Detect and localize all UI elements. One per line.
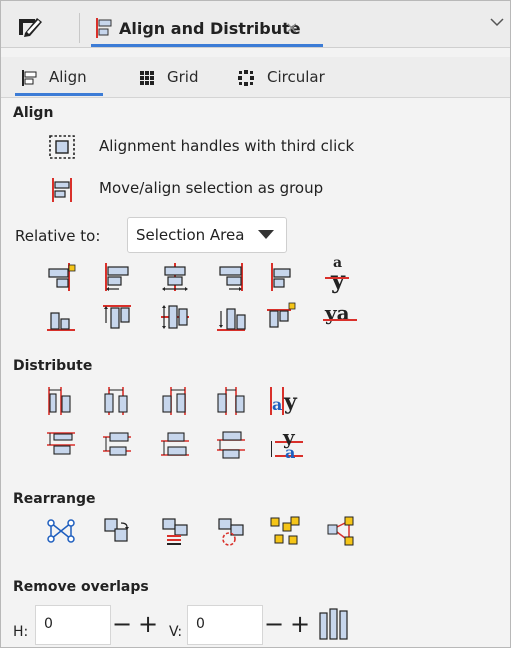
align-bottom-to-top-anchor-button[interactable] (45, 301, 77, 333)
align-baseline-vertical-button[interactable]: ya (319, 299, 361, 333)
baseline-glyph-ya: ya (325, 301, 350, 325)
vertical-gap-decrement-button[interactable]: − (263, 609, 285, 639)
grid-icon (140, 71, 154, 85)
vertical-gap-label: V: (169, 624, 183, 640)
distribute-baselines-horizontal-button[interactable]: a y (267, 383, 307, 419)
tab-separator (79, 13, 80, 43)
rearrange-section-title: Rearrange (13, 491, 96, 507)
close-icon[interactable]: × (285, 18, 298, 37)
dropdown-arrow-icon (258, 230, 274, 239)
align-icon (22, 70, 37, 86)
graph-layout-button[interactable] (45, 515, 77, 547)
remove-overlaps-section-title: Remove overlaps (13, 579, 149, 595)
distribute-glyph-y: y (284, 389, 297, 415)
distribute-baselines-vertical-button[interactable]: y a (267, 425, 307, 463)
subtab-align[interactable]: Align (21, 65, 105, 93)
distribute-gaps-vertical-button[interactable] (215, 429, 247, 461)
exchange-positions-stacking-order-button[interactable] (159, 515, 191, 547)
distribute-centers-horizontal-button[interactable] (101, 385, 133, 417)
align-right-edges-button[interactable] (215, 261, 247, 293)
distribute-gaps-horizontal-button[interactable] (215, 385, 247, 417)
alignment-handles-label: Alignment handles with third click (99, 137, 355, 155)
remove-overlaps-icon (319, 608, 348, 640)
distribute-left-edges-button[interactable] (45, 385, 77, 417)
graph-nodes-icon (47, 519, 75, 543)
tab-title: Align and Distribute (119, 19, 301, 38)
distribute-glyph-a: a (272, 395, 283, 414)
align-left-to-right-anchor-button[interactable] (265, 261, 297, 293)
vertical-gap-value: 0 (196, 616, 205, 632)
distribute-bottom-edges-button[interactable] (159, 429, 191, 461)
chevron-down-icon[interactable] (489, 15, 509, 35)
subtab-align-label: Align (49, 68, 87, 86)
subtab-circular-label: Circular (267, 68, 325, 86)
distribute-right-edges-button[interactable] (159, 385, 191, 417)
horizontal-gap-decrement-button[interactable]: − (111, 609, 133, 639)
relative-to-value: Selection Area (136, 226, 245, 244)
exchange-positions-selection-order-button[interactable] (101, 515, 133, 547)
distribute-glyph-a2: a (285, 443, 296, 462)
remove-overlaps-button[interactable] (317, 605, 351, 643)
relative-to-label: Relative to: (15, 227, 101, 245)
distribute-top-edges-button[interactable] (45, 429, 77, 461)
align-top-edges-button[interactable] (101, 301, 133, 333)
tab-align-distribute[interactable]: Align and Distribute × (91, 11, 323, 45)
move-as-group-icon (52, 178, 72, 202)
randomize-positions-button[interactable] (269, 515, 301, 547)
subtab-grid[interactable]: Grid (139, 65, 209, 93)
center-on-vertical-axis-button[interactable] (159, 261, 191, 293)
center-on-horizontal-axis-button[interactable] (159, 301, 191, 333)
align-baseline-horizontal-button[interactable]: a y (319, 255, 355, 295)
align-section-title: Align (13, 105, 54, 121)
distribute-centers-vertical-button[interactable] (101, 429, 133, 461)
horizontal-gap-label: H: (13, 624, 29, 640)
subtab-circular[interactable]: Circular (237, 65, 337, 93)
move-as-group-label: Move/align selection as group (99, 179, 324, 197)
baseline-glyph-y: y (331, 265, 345, 294)
alignment-handles-toggle[interactable]: Alignment handles with third click (47, 133, 377, 159)
align-distribute-panel: Align and Distribute × Align Grid Circul… (0, 0, 511, 648)
align-left-edges-button[interactable] (101, 261, 133, 293)
horizontal-gap-increment-button[interactable]: + (137, 609, 159, 639)
horizontal-gap-input[interactable]: 0 (35, 605, 111, 645)
align-right-to-left-anchor-button[interactable] (45, 261, 77, 293)
move-as-group-toggle[interactable]: Move/align selection as group (47, 175, 347, 202)
vertical-gap-input[interactable]: 0 (187, 605, 263, 645)
vertical-gap-increment-button[interactable]: + (289, 609, 311, 639)
unclump-objects-button[interactable] (325, 515, 357, 547)
horizontal-gap-value: 0 (44, 616, 53, 632)
alignment-handles-icon (49, 135, 75, 159)
tool-icon-button[interactable] (17, 15, 57, 41)
exchange-positions-clockwise-button[interactable] (215, 515, 247, 547)
align-distribute-icon (96, 18, 112, 38)
dock-tabbar: Align and Distribute × (1, 1, 510, 48)
align-top-to-bottom-anchor-button[interactable] (265, 301, 297, 333)
distribute-section-title: Distribute (13, 358, 93, 374)
align-bottom-edges-button[interactable] (215, 301, 247, 333)
active-subtab-indicator (15, 93, 103, 96)
relative-to-select[interactable]: Selection Area (127, 217, 287, 253)
active-tab-indicator (91, 44, 323, 47)
subtab-bar: Align Grid Circular (1, 57, 510, 98)
subtab-grid-label: Grid (167, 68, 199, 86)
circular-icon (238, 70, 254, 86)
pen-edit-icon (19, 18, 42, 37)
